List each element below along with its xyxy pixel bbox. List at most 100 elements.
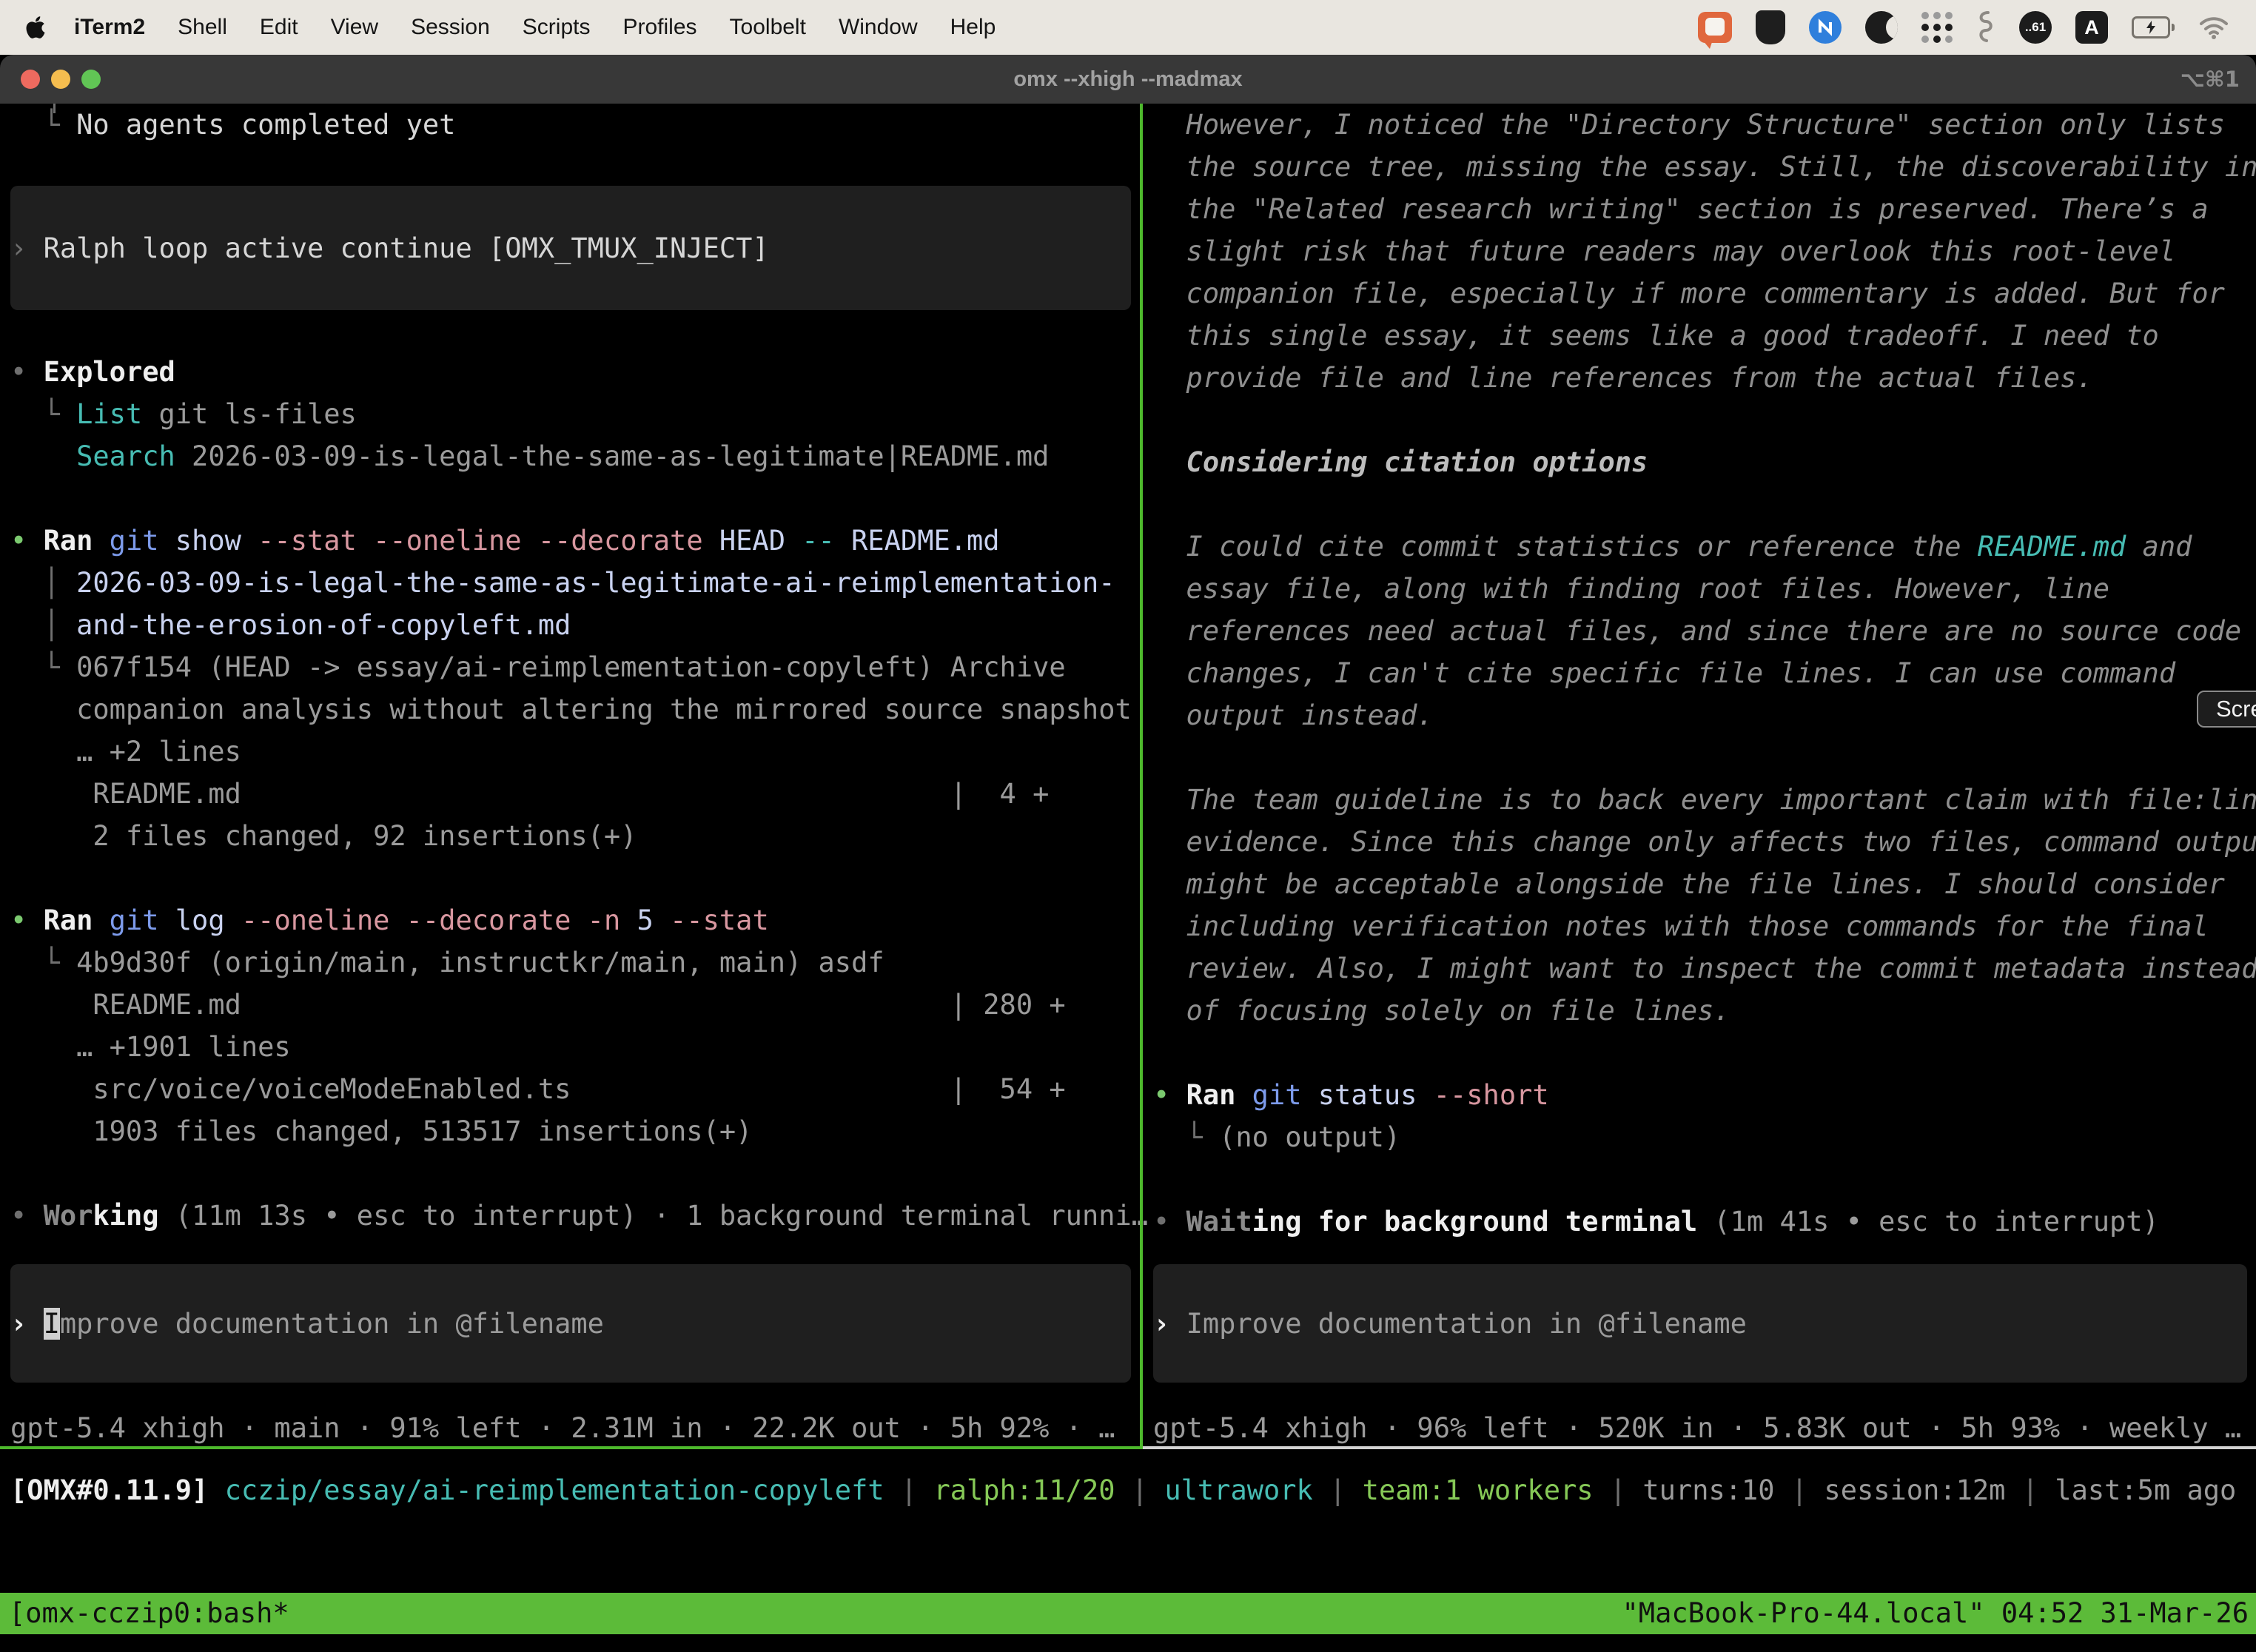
terminal-line (1153, 736, 2256, 779)
terminal-line: └ 067f154 (HEAD -> essay/ai-reimplementa… (10, 646, 1140, 688)
blue-badge-icon[interactable] (1809, 11, 1842, 44)
terminal-line: › Ralph loop active continue [OMX_TMUX_I… (10, 227, 769, 269)
dots-grid-icon[interactable] (1921, 12, 1953, 43)
terminal-line: I could cite commit statistics or refere… (1153, 526, 2256, 568)
right-prompt-text: › Improve documentation in @filename (1153, 1303, 1747, 1345)
terminal-line: review. Also, I might want to inspect th… (1153, 947, 2256, 990)
terminal-line: gpt-5.4 xhigh · main · 91% left · 2.31M … (10, 1407, 1140, 1449)
battery-charging-icon[interactable] (2132, 16, 2175, 38)
menu-help[interactable]: Help (934, 0, 1013, 55)
terminal-line (10, 857, 1140, 899)
terminal-line: • Waiting for background terminal (1m 41… (1153, 1201, 2256, 1243)
terminal-line: However, I noticed the "Directory Struct… (1153, 104, 2256, 146)
left-prompt-input[interactable]: › Improve documentation in @filename (10, 1264, 1131, 1383)
ralph-loop-line: › Ralph loop active continue [OMX_TMUX_I… (10, 227, 769, 269)
terminal-line: the source tree, missing the essay. Stil… (1153, 146, 2256, 188)
terminal-line: └ 4b9d30f (origin/main, instructkr/main,… (10, 941, 1140, 984)
terminal-window: └ No agents completed yet › Ralph loop a… (0, 104, 2256, 1452)
terminal-line: evidence. Since this change only affects… (1153, 821, 2256, 863)
terminal-line: README.md | 4 + (10, 773, 1140, 815)
menu-scripts[interactable]: Scripts (506, 0, 607, 55)
terminal-line: › Improve documentation in @filename (10, 1303, 604, 1345)
menu-view[interactable]: View (315, 0, 395, 55)
terminal-line (1153, 1032, 2256, 1074)
grid-shield-icon[interactable] (1756, 10, 1785, 44)
terminal-line: › Improve documentation in @filename (1153, 1303, 1747, 1345)
badge-61-icon[interactable]: ..61 (2019, 11, 2052, 44)
menu-items: iTerm2 Shell Edit View Session Scripts P… (0, 0, 1012, 55)
squiggle-icon[interactable] (1976, 10, 1995, 45)
terminal-line: slight risk that future readers may over… (1153, 230, 2256, 272)
a-square-label: A (2084, 16, 2099, 39)
right-pane-bottom-border (1143, 1446, 2256, 1449)
pie-icon[interactable] (1865, 11, 1898, 44)
menu-profiles[interactable]: Profiles (606, 0, 713, 55)
menu-edit[interactable]: Edit (244, 0, 315, 55)
tree-stub-line (53, 104, 56, 113)
right-prompt-input[interactable]: › Improve documentation in @filename (1153, 1264, 2247, 1383)
terminal-line: • Working (11m 13s • esc to interrupt) ·… (10, 1195, 1140, 1237)
terminal-line: references need actual files, and since … (1153, 610, 2256, 652)
terminal-line: … +2 lines (10, 731, 1140, 773)
terminal-line (10, 1152, 1140, 1195)
terminal-line: of focusing solely on file lines. (1153, 990, 2256, 1032)
terminal-line: │ and-the-erosion-of-copyleft.md (10, 604, 1140, 646)
terminal-line: • Ran git status --short (1153, 1074, 2256, 1116)
terminal-line: [OMX#0.11.9] cczip/essay/ai-reimplementa… (10, 1469, 2236, 1511)
left-terminal-output: • Explored └ List git ls-files Search 20… (10, 351, 1140, 1237)
omx-status-line: [OMX#0.11.9] cczip/essay/ai-reimplementa… (10, 1469, 2236, 1511)
macos-menu-bar: iTerm2 Shell Edit View Session Scripts P… (0, 0, 2256, 55)
wifi-icon[interactable] (2198, 16, 2229, 39)
terminal-line: 1903 files changed, 513517 insertions(+) (10, 1110, 1140, 1152)
screen: { "menu_bar": { "menus": ["iTerm2", "She… (0, 0, 2256, 1652)
a-square-icon[interactable]: A (2075, 11, 2108, 44)
terminal-line: might be acceptable alongside the file l… (1153, 863, 2256, 905)
terminal-line (1153, 483, 2256, 526)
ralph-loop-box: › Ralph loop active continue [OMX_TMUX_I… (10, 186, 1131, 310)
left-pane-bottom-border (0, 1446, 1140, 1449)
terminal-line (10, 477, 1140, 520)
left-prompt-text: › Improve documentation in @filename (10, 1303, 604, 1345)
terminal-line: README.md | 280 + (10, 984, 1140, 1026)
menu-window[interactable]: Window (822, 0, 934, 55)
menu-session[interactable]: Session (395, 0, 506, 55)
menu-shell[interactable]: Shell (161, 0, 244, 55)
left-scrollback-top: └ No agents completed yet (10, 104, 1140, 146)
terminal-line: Search 2026-03-09-is-legal-the-same-as-l… (10, 435, 1140, 477)
terminal-line: essay file, along with finding root file… (1153, 568, 2256, 610)
window-title-bar: omx --xhigh --madmax ⌥⌘1 (0, 55, 2256, 104)
terminal-line: • Ran git show --stat --oneline --decora… (10, 520, 1140, 562)
terminal-line (1153, 399, 2256, 441)
terminal-line: └ No agents completed yet (10, 104, 1140, 146)
menu-toolbelt[interactable]: Toolbelt (714, 0, 822, 55)
terminal-line (1153, 1158, 2256, 1201)
screen-tooltip: Scre (2197, 691, 2256, 728)
window-shortcut-badge: ⌥⌘1 (2180, 55, 2240, 104)
terminal-line: • Ran git log --oneline --decorate -n 5 … (10, 899, 1140, 941)
terminal-line: companion file, especially if more comme… (1153, 272, 2256, 315)
terminal-line: including verification notes with those … (1153, 905, 2256, 947)
tmux-host-clock: "MacBook-Pro-44.local" 04:52 31-Mar-26 (1622, 1593, 2256, 1634)
terminal-line: changes, I can't cite specific file line… (1153, 652, 2256, 694)
right-terminal-pane[interactable]: However, I noticed the "Directory Struct… (1143, 104, 2256, 1452)
right-model-status-line: gpt-5.4 xhigh · 96% left · 520K in · 5.8… (1153, 1407, 2256, 1449)
terminal-line: • Explored (10, 351, 1140, 393)
terminal-line: │ 2026-03-09-is-legal-the-same-as-legiti… (10, 562, 1140, 604)
left-terminal-pane[interactable]: └ No agents completed yet › Ralph loop a… (0, 104, 1140, 1452)
badge-61-label: ..61 (2025, 20, 2046, 35)
menu-status-icons: ..61 A (1698, 10, 2256, 45)
screen-tooltip-label: Scre (2216, 696, 2256, 722)
window-title: omx --xhigh --madmax (0, 55, 2256, 104)
menu-iterm2[interactable]: iTerm2 (58, 0, 161, 55)
terminal-line: provide file and line references from th… (1153, 357, 2256, 399)
left-model-status-line: gpt-5.4 xhigh · main · 91% left · 2.31M … (10, 1407, 1140, 1449)
apple-menu-icon[interactable] (25, 15, 46, 40)
terminal-line: the "Related research writing" section i… (1153, 188, 2256, 230)
terminal-line: companion analysis without altering the … (10, 688, 1140, 731)
terminal-line: "MacBook-Pro-44.local" 04:52 31-Mar-26 (1622, 1593, 2249, 1634)
terminal-line: gpt-5.4 xhigh · 96% left · 520K in · 5.8… (1153, 1407, 2256, 1449)
terminal-line: 2 files changed, 92 insertions(+) (10, 815, 1140, 857)
terminal-line: └ (no output) (1153, 1116, 2256, 1158)
right-terminal-output: However, I noticed the "Directory Struct… (1153, 104, 2256, 1243)
chat-icon[interactable] (1698, 12, 1732, 43)
